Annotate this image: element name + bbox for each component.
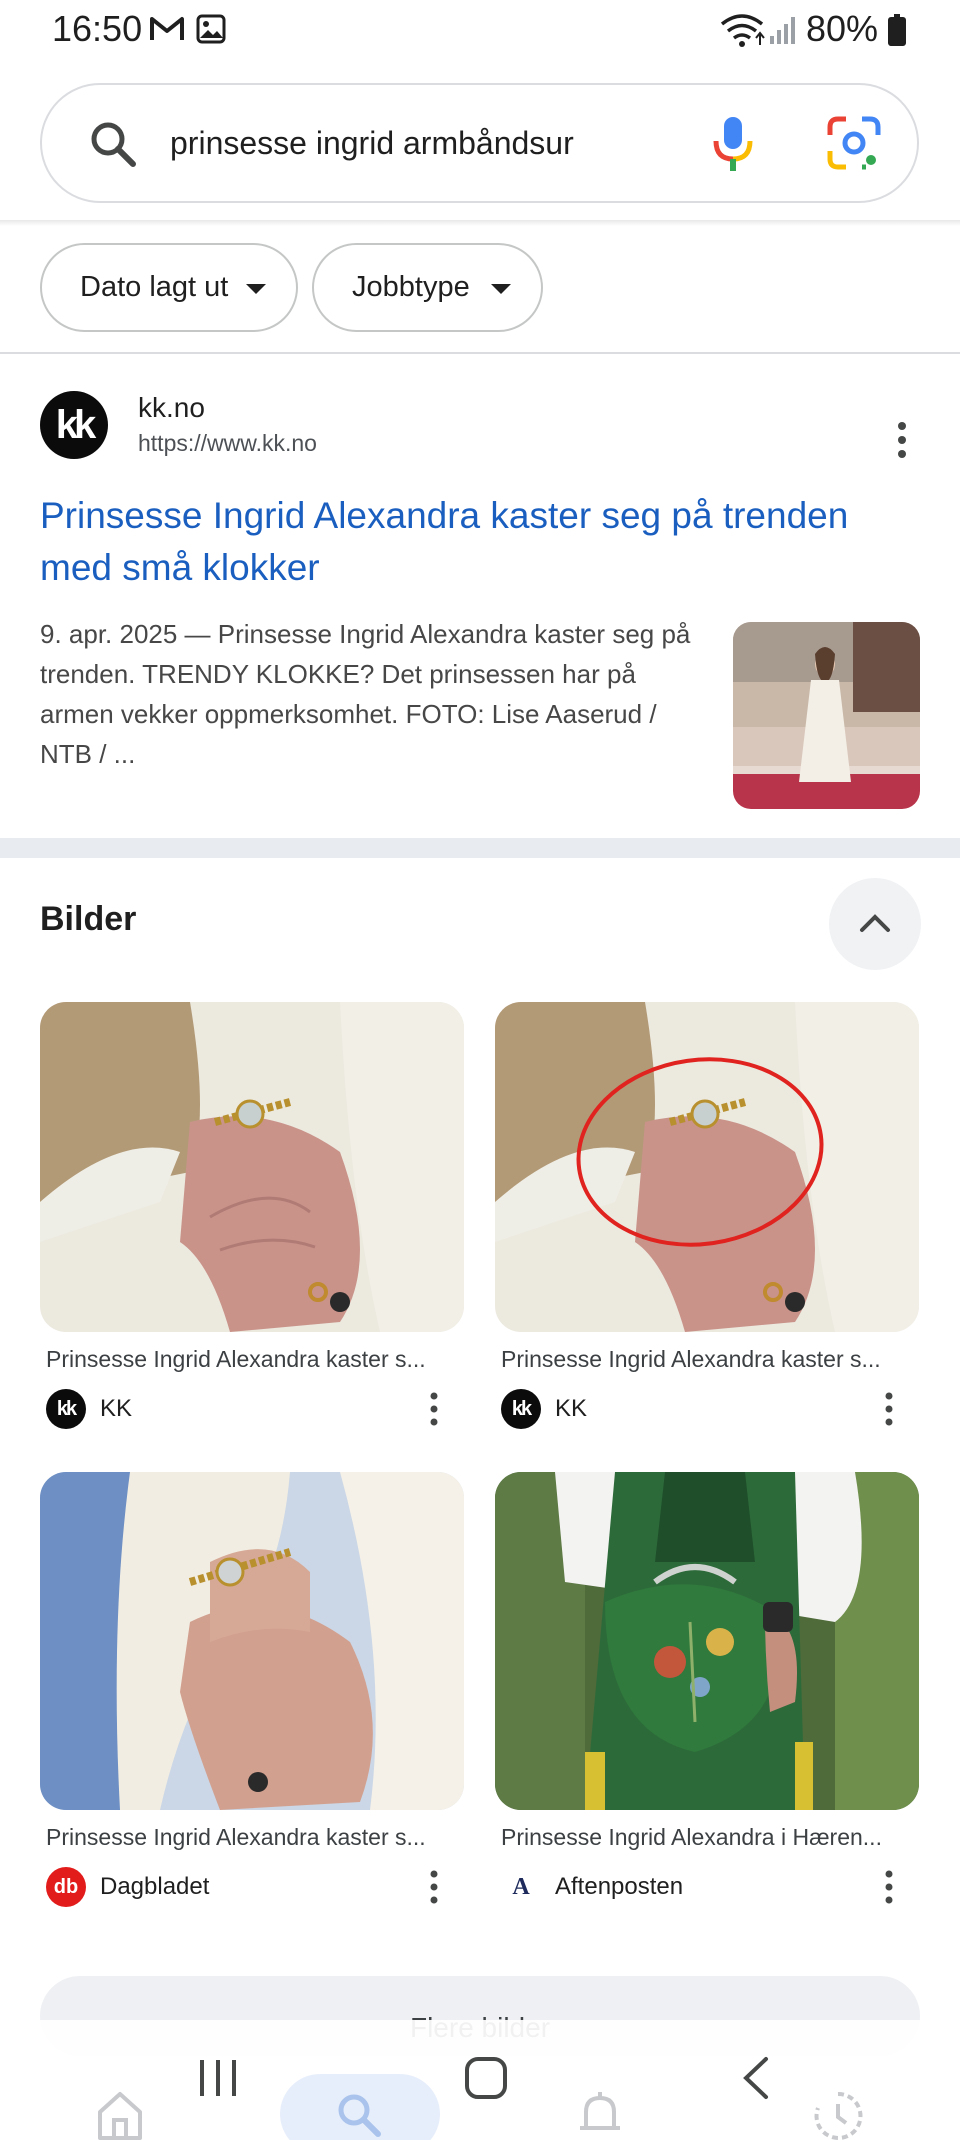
image-caption[interactable]: Prinsesse Ingrid Alexandra kaster s... bbox=[40, 1346, 464, 1373]
battery-icon bbox=[888, 14, 906, 46]
collapse-button[interactable] bbox=[829, 878, 921, 970]
divider bbox=[0, 352, 960, 354]
more-vert-icon[interactable] bbox=[879, 1869, 899, 1905]
source-name: KK bbox=[100, 1395, 133, 1422]
more-vert-icon[interactable] bbox=[879, 1391, 899, 1427]
gallery-icon bbox=[196, 14, 226, 44]
images-section-title: Bilder bbox=[40, 900, 137, 938]
signal-icon bbox=[770, 17, 795, 44]
image-thumbnail[interactable] bbox=[495, 1472, 919, 1810]
wifi-icon bbox=[720, 14, 765, 47]
result-url[interactable]: https://www.kk.no bbox=[138, 430, 317, 457]
dagbladet-logo-icon: db bbox=[46, 1867, 86, 1907]
caret-down-icon bbox=[491, 284, 511, 294]
more-vert-icon[interactable] bbox=[424, 1391, 444, 1427]
result-site-name[interactable]: kk.no bbox=[138, 392, 205, 424]
aftenposten-logo-icon: A bbox=[512, 1873, 530, 1900]
search-icon[interactable] bbox=[88, 119, 138, 169]
image-thumbnail[interactable] bbox=[40, 1472, 464, 1810]
image-card[interactable]: Prinsesse Ingrid Alexandra kaster s... k… bbox=[40, 1002, 464, 1435]
home-icon[interactable] bbox=[96, 2090, 144, 2140]
result-thumbnail[interactable] bbox=[733, 622, 920, 809]
more-vert-icon[interactable] bbox=[890, 420, 914, 460]
image-caption[interactable]: Prinsesse Ingrid Alexandra i Hæren... bbox=[495, 1824, 919, 1851]
image-source[interactable]: kk KK bbox=[40, 1385, 464, 1435]
image-card[interactable]: Prinsesse Ingrid Alexandra kaster s... k… bbox=[495, 1002, 919, 1435]
back-icon[interactable] bbox=[740, 2056, 770, 2100]
lens-icon[interactable] bbox=[826, 115, 882, 171]
search-icon[interactable] bbox=[334, 2090, 384, 2140]
kk-logo-icon: kk bbox=[46, 1389, 86, 1429]
image-caption[interactable]: Prinsesse Ingrid Alexandra kaster s... bbox=[495, 1346, 919, 1373]
header-divider bbox=[0, 220, 960, 226]
image-thumbnail[interactable] bbox=[495, 1002, 919, 1332]
section-separator bbox=[0, 838, 960, 858]
site-favicon[interactable]: kk bbox=[40, 391, 108, 459]
source-name: Aftenposten bbox=[555, 1873, 684, 1900]
search-bar[interactable]: prinsesse ingrid armbåndsur bbox=[40, 83, 919, 203]
image-source[interactable]: db Dagbladet bbox=[40, 1863, 464, 1913]
status-time: 16:50 bbox=[52, 8, 143, 49]
gmail-icon bbox=[150, 17, 184, 40]
image-source[interactable]: kk KK bbox=[495, 1385, 919, 1435]
filter-chip-label: Dato lagt ut bbox=[80, 271, 229, 303]
mic-icon[interactable] bbox=[710, 115, 756, 173]
filter-chip-jobtype[interactable]: Jobbtype bbox=[312, 243, 543, 332]
result-snippet: 9. apr. 2025 — Prinsesse Ingrid Alexandr… bbox=[40, 619, 691, 769]
battery-percent: 80% bbox=[806, 8, 879, 49]
image-caption[interactable]: Prinsesse Ingrid Alexandra kaster s... bbox=[40, 1824, 464, 1851]
source-name: KK bbox=[555, 1395, 588, 1422]
image-card[interactable]: Prinsesse Ingrid Alexandra kaster s... d… bbox=[40, 1472, 464, 1913]
source-name: Dagbladet bbox=[100, 1873, 210, 1900]
image-thumbnail[interactable] bbox=[40, 1002, 464, 1332]
chevron-up-icon bbox=[860, 914, 890, 932]
filter-chip-label: Jobbtype bbox=[352, 271, 470, 303]
search-input[interactable]: prinsesse ingrid armbåndsur bbox=[170, 125, 574, 162]
kk-logo-icon: kk bbox=[501, 1389, 541, 1429]
caret-down-icon bbox=[246, 284, 266, 294]
status-bar: 16:50 80% bbox=[0, 0, 960, 64]
notifications-icon[interactable] bbox=[576, 2090, 624, 2140]
image-source[interactable]: A Aftenposten bbox=[495, 1863, 919, 1913]
more-vert-icon[interactable] bbox=[424, 1869, 444, 1905]
image-card[interactable]: Prinsesse Ingrid Alexandra i Hæren... A … bbox=[495, 1472, 919, 1913]
history-icon[interactable] bbox=[812, 2090, 864, 2140]
filter-chip-date[interactable]: Dato lagt ut bbox=[40, 243, 298, 332]
result-title-link[interactable]: Prinsesse Ingrid Alexandra kaster seg på… bbox=[40, 490, 920, 594]
recents-icon[interactable] bbox=[196, 2058, 240, 2098]
system-home-icon[interactable] bbox=[464, 2056, 508, 2100]
